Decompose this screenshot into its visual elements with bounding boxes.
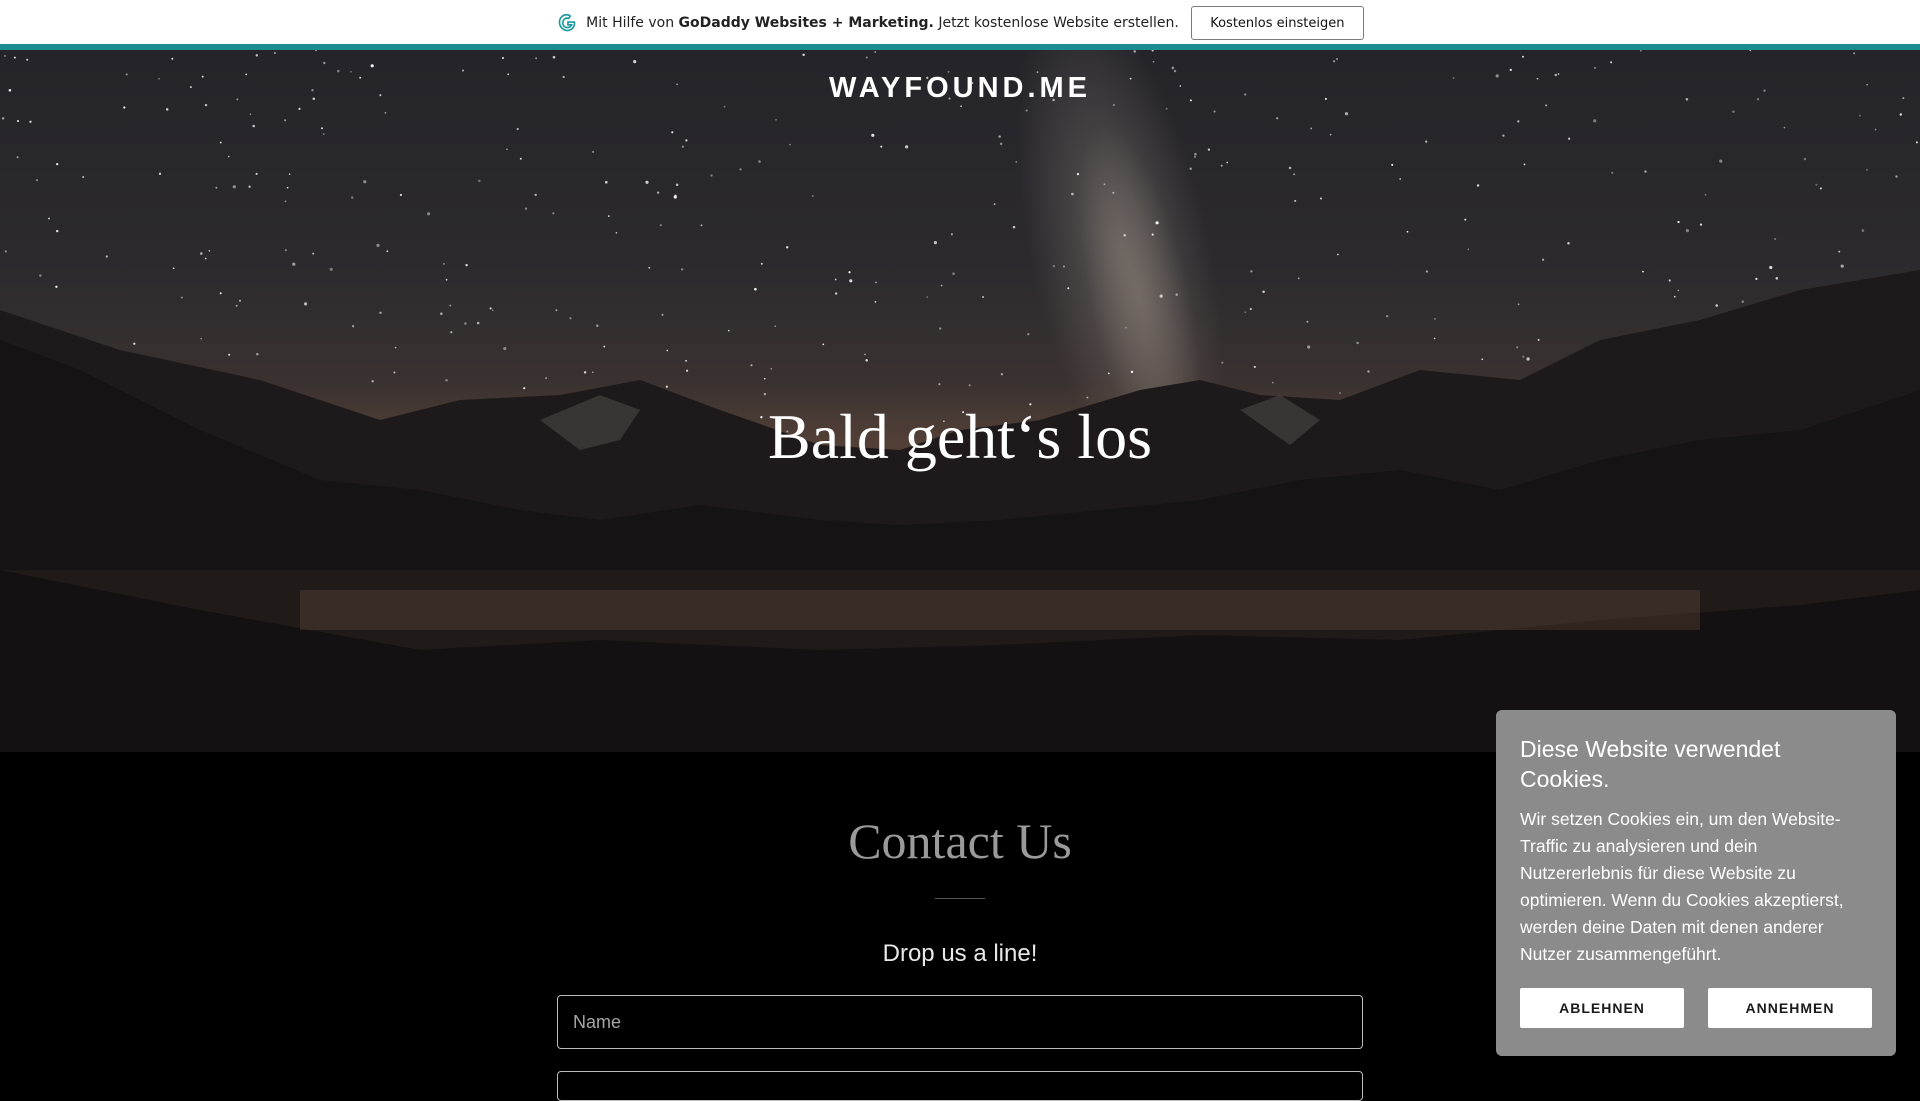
promo-suffix: Jetzt kostenlose Website erstellen. [938,15,1179,31]
godaddy-promo-bar: Mit Hilfe von GoDaddy Websites + Marketi… [0,0,1920,46]
hero-section: WAYFOUND.ME Bald geht‘s los [0,50,1920,752]
decline-cookies-button[interactable]: ABLEHNEN [1520,988,1684,1028]
hero-heading: Bald geht‘s los [768,401,1152,472]
email-input[interactable] [557,1071,1363,1101]
start-free-button[interactable]: Kostenlos einsteigen [1190,6,1364,40]
site-title[interactable]: WAYFOUND.ME [0,72,1920,105]
godaddy-logo-icon [558,13,576,32]
promo-accent-line [0,44,1920,50]
promo-text: Mit Hilfe von GoDaddy Websites + Marketi… [586,15,1179,31]
contact-divider [935,898,985,899]
cookie-buttons: ABLEHNEN ANNEHMEN [1520,988,1872,1028]
name-input[interactable] [557,995,1363,1049]
promo-prefix: Mit Hilfe von [586,15,675,31]
cookie-title: Diese Website verwendet Cookies. [1520,736,1781,792]
cookie-text: Wir setzen Cookies ein, um den Website-T… [1520,809,1844,964]
promo-brand: GoDaddy Websites + Marketing. [678,15,934,31]
accept-cookies-button[interactable]: ANNEHMEN [1708,988,1872,1028]
cookie-banner: Diese Website verwendet Cookies. Wir set… [1496,710,1896,1056]
